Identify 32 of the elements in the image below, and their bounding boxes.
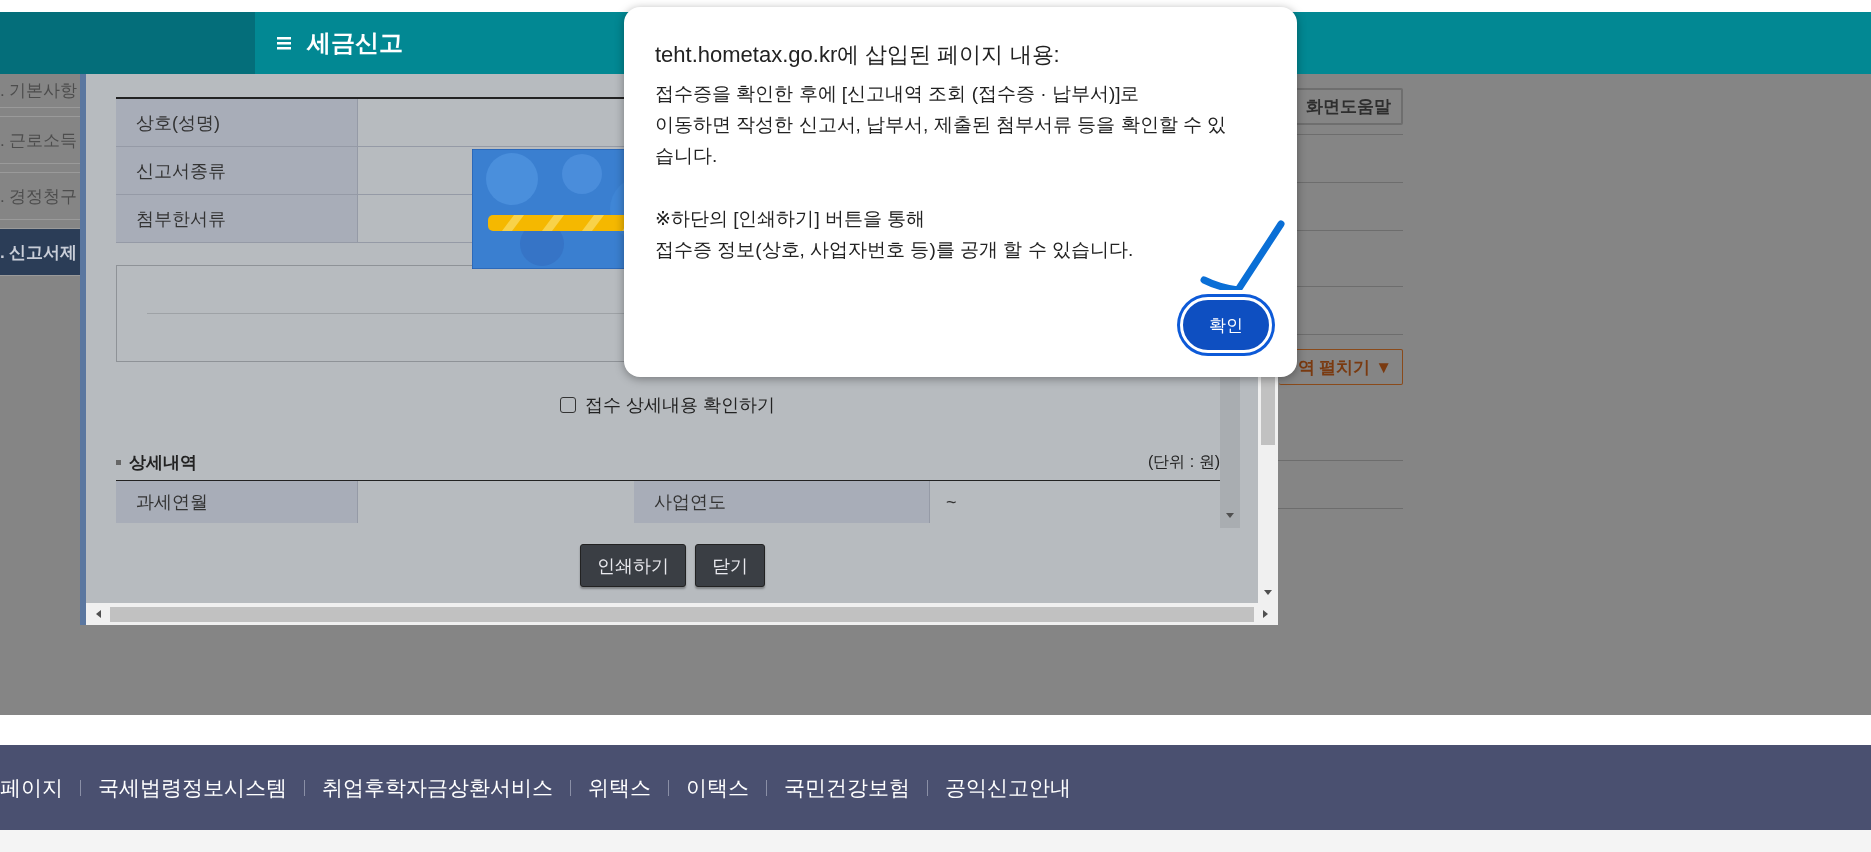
footer-link[interactable]: 페이지 — [0, 773, 63, 802]
scroll-right-icon[interactable] — [1260, 609, 1270, 619]
scroll-down-icon[interactable] — [1225, 510, 1235, 520]
scroll-left-icon[interactable] — [94, 609, 104, 619]
sidebar-item[interactable]: . 신고서제 — [0, 228, 80, 276]
table-header-cell: 과세연월 — [116, 481, 358, 523]
footer-link[interactable]: 이택스 — [686, 773, 749, 802]
ok-button[interactable]: 확인 — [1180, 297, 1272, 353]
checkbox-label[interactable]: 접수 상세내용 확인하기 — [585, 393, 776, 417]
table-header-cell: 신고서종류 — [116, 147, 358, 194]
header-title: 세금신고 — [307, 28, 403, 58]
footer-link[interactable]: 위택스 — [588, 773, 651, 802]
bullet-icon — [116, 459, 121, 465]
checkbox[interactable] — [560, 397, 577, 413]
dialog-title: teht.hometax.go.kr에 삽입된 페이지 내용: — [655, 41, 1061, 69]
footer-link[interactable]: 취업후학자금상환서비스 — [322, 773, 553, 802]
table-header-cell: 상호(성명) — [116, 99, 358, 146]
footer-link[interactable]: 국민건강보험 — [784, 773, 910, 802]
footer-link[interactable]: 공익신고안내 — [945, 773, 1071, 802]
horizontal-scrollbar[interactable] — [86, 603, 1278, 625]
table-header-cell: 사업연도 — [634, 481, 930, 523]
dialog-message: ※하단의 [인쇄하기] 버튼을 통해 접수증 정보(상호, 사업자번호 등)를 공개 할 수 있습니다. — [655, 207, 1134, 262]
popup-button[interactable]: 닫기 — [694, 544, 765, 587]
scroll-down-icon[interactable] — [1263, 587, 1273, 597]
popup-button[interactable]: 인쇄하기 — [579, 544, 686, 587]
unit-label: (단위 : 원) — [1148, 451, 1220, 472]
section-title: 상세내역 — [129, 451, 197, 474]
dialog-message: 접수증을 확인한 후에 [신고내역 조회 (접수증 · 납부서)]로 이동하면 작성한 신고서, 납부서, 제출된 첨부서류 등을 확인할 수 있 습니다. — [655, 82, 1227, 168]
table-cell-text: ~ — [945, 490, 958, 514]
table-header-cell: 첨부한서류 — [116, 195, 358, 242]
footer-link[interactable]: 국세법령정보시스템 — [98, 773, 287, 802]
menu-icon[interactable] — [277, 36, 291, 50]
